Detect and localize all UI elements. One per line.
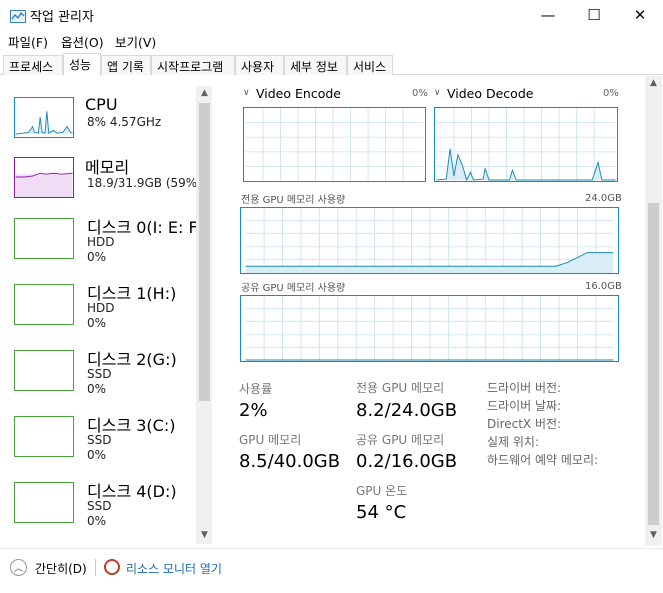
sidebar-item-usage: 0%	[87, 250, 107, 264]
sidebar-item-usage: 0%	[87, 514, 107, 528]
cpu-thumbnail-graph	[14, 97, 74, 138]
engine-percent: 0%	[603, 88, 619, 99]
driver-version-label: 드라이버 버전:	[487, 381, 562, 395]
disk-0-thumbnail-graph	[14, 218, 74, 259]
minimize-button[interactable]: —	[525, 0, 571, 30]
gpu-memory-label: GPU 메모리	[239, 433, 302, 447]
close-button[interactable]: ✕	[617, 0, 663, 30]
fewer-details-button[interactable]: 간단히(D)	[35, 560, 87, 577]
shared-memory-label: 공유 GPU 메모리	[356, 433, 445, 447]
shared-memory-max: 16.0GB	[585, 281, 622, 292]
scroll-down-icon[interactable]: ▼	[647, 530, 660, 544]
engine-selector-decode[interactable]: Video Decode	[447, 86, 533, 101]
tab-performance[interactable]: 성능	[63, 53, 101, 76]
sidebar-item-type: SSD	[87, 433, 112, 447]
menu-view[interactable]: 보기(V)	[115, 32, 156, 51]
tab-processes[interactable]: 프로세스	[3, 55, 63, 75]
maximize-icon: ☐	[587, 6, 601, 24]
tab-services[interactable]: 서비스	[347, 55, 393, 75]
video-encode-graph	[243, 107, 426, 182]
dedicated-memory-caption: 전용 GPU 메모리 사용량	[241, 195, 346, 206]
sidebar-item-usage: 0%	[87, 448, 107, 462]
dedicated-memory-label: 전용 GPU 메모리	[356, 381, 445, 395]
task-manager-app-icon	[10, 8, 26, 23]
physical-location-label: 실제 위치:	[487, 435, 540, 449]
usage-value: 2%	[239, 400, 268, 421]
shared-memory-caption: 공유 GPU 메모리 사용량	[241, 283, 346, 294]
gpu-temperature-label: GPU 온도	[356, 484, 408, 498]
window-title: 작업 관리자	[30, 10, 94, 25]
sidebar-item-type: HDD	[87, 301, 115, 315]
sidebar-item-detail: 18.9/31.9GB (59%)	[87, 176, 202, 190]
maximize-button[interactable]: ☐	[571, 0, 617, 30]
menu-options[interactable]: 옵션(O)	[61, 32, 104, 51]
main-scroll-thumb[interactable]	[648, 203, 659, 525]
close-icon: ✕	[633, 6, 647, 24]
shared-memory-graph	[240, 295, 619, 362]
open-resource-monitor-link[interactable]: 리소스 모니터 열기	[126, 560, 222, 577]
chevron-up-icon[interactable]: ︿	[10, 559, 27, 576]
scroll-up-icon[interactable]: ▲	[647, 78, 660, 92]
shared-memory-value: 0.2/16.0GB	[356, 451, 458, 472]
chevron-down-icon[interactable]: ∨	[243, 88, 250, 98]
gpu-temperature-value: 54 °C	[356, 502, 407, 523]
engine-percent: 0%	[412, 88, 428, 99]
scroll-up-icon[interactable]: ▲	[198, 88, 211, 102]
sidebar-item-type: HDD	[87, 235, 115, 249]
engine-selector-encode[interactable]: Video Encode	[256, 86, 341, 101]
sidebar-item-title: CPU	[85, 95, 118, 114]
minimize-icon: —	[540, 6, 556, 24]
usage-label: 사용률	[239, 382, 273, 396]
scroll-down-icon[interactable]: ▼	[198, 530, 211, 544]
memory-thumbnail-graph	[14, 157, 74, 198]
gpu-memory-value: 8.5/40.0GB	[239, 451, 341, 472]
tab-startup[interactable]: 시작프로그램	[151, 55, 235, 75]
resource-monitor-icon[interactable]	[104, 559, 120, 575]
sidebar-item-title: 메모리	[85, 158, 130, 177]
dedicated-memory-graph	[240, 207, 619, 274]
menu-file[interactable]: 파일(F)	[8, 32, 48, 51]
directx-version-label: DirectX 버전:	[487, 417, 562, 431]
sidebar-item-type: SSD	[87, 499, 112, 513]
video-decode-graph	[434, 107, 618, 182]
sidebar-scroll-thumb[interactable]	[199, 103, 210, 401]
sidebar-item-usage: 0%	[87, 382, 107, 396]
tab-details[interactable]: 세부 정보	[284, 55, 347, 75]
sidebar-item-type: SSD	[87, 367, 112, 381]
disk-4-thumbnail-graph	[14, 482, 74, 523]
chevron-down-icon[interactable]: ∨	[434, 88, 441, 98]
tab-users[interactable]: 사용자	[235, 55, 284, 75]
tab-app-history[interactable]: 앱 기록	[101, 55, 151, 75]
dedicated-memory-value: 8.2/24.0GB	[356, 400, 458, 421]
footer-bar	[0, 548, 663, 593]
dedicated-memory-max: 24.0GB	[585, 193, 622, 204]
disk-1-thumbnail-graph	[14, 284, 74, 325]
footer-divider	[95, 559, 96, 576]
sidebar-item-usage: 0%	[87, 316, 107, 330]
sidebar-item-detail: 8% 4.57GHz	[87, 115, 162, 129]
disk-3-thumbnail-graph	[14, 416, 74, 457]
driver-date-label: 드라이버 날짜:	[487, 399, 562, 413]
hardware-reserved-memory-label: 하드웨어 예약 메모리:	[487, 453, 599, 467]
disk-2-thumbnail-graph	[14, 350, 74, 391]
